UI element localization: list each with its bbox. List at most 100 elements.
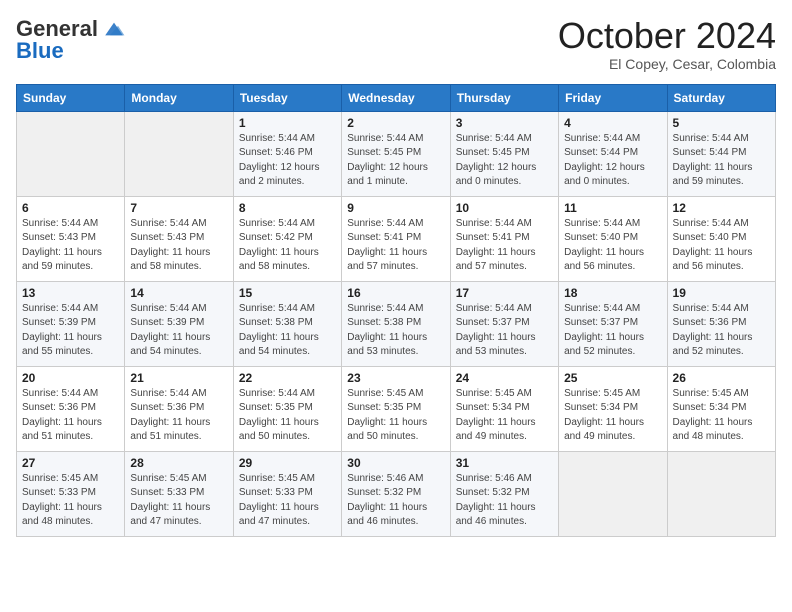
day-cell: 9 Sunrise: 5:44 AMSunset: 5:41 PMDaylight…	[342, 196, 450, 281]
day-number: 12	[673, 201, 770, 215]
day-number: 22	[239, 371, 336, 385]
day-detail: Sunrise: 5:44 AMSunset: 5:41 PMDaylight:…	[347, 218, 427, 273]
location: El Copey, Cesar, Colombia	[558, 56, 776, 72]
day-detail: Sunrise: 5:44 AMSunset: 5:39 PMDaylight:…	[130, 303, 210, 358]
day-detail: Sunrise: 5:44 AMSunset: 5:46 PMDaylight:…	[239, 133, 320, 188]
day-detail: Sunrise: 5:44 AMSunset: 5:40 PMDaylight:…	[673, 218, 753, 273]
day-detail: Sunrise: 5:45 AMSunset: 5:34 PMDaylight:…	[564, 388, 644, 443]
day-number: 25	[564, 371, 661, 385]
day-number: 23	[347, 371, 444, 385]
week-row-5: 27 Sunrise: 5:45 AMSunset: 5:33 PMDayligh…	[17, 451, 776, 536]
header-wednesday: Wednesday	[342, 84, 450, 111]
day-number: 15	[239, 286, 336, 300]
day-detail: Sunrise: 5:44 AMSunset: 5:45 PMDaylight:…	[347, 133, 428, 188]
day-number: 26	[673, 371, 770, 385]
day-number: 11	[564, 201, 661, 215]
week-row-1: 1 Sunrise: 5:44 AMSunset: 5:46 PMDaylight…	[17, 111, 776, 196]
day-cell: 15 Sunrise: 5:44 AMSunset: 5:38 PMDayligh…	[233, 281, 341, 366]
day-number: 2	[347, 116, 444, 130]
header-friday: Friday	[559, 84, 667, 111]
day-detail: Sunrise: 5:45 AMSunset: 5:33 PMDaylight:…	[22, 473, 102, 528]
day-number: 28	[130, 456, 227, 470]
day-detail: Sunrise: 5:44 AMSunset: 5:36 PMDaylight:…	[673, 303, 753, 358]
day-cell: 17 Sunrise: 5:44 AMSunset: 5:37 PMDayligh…	[450, 281, 558, 366]
day-detail: Sunrise: 5:44 AMSunset: 5:45 PMDaylight:…	[456, 133, 537, 188]
day-detail: Sunrise: 5:44 AMSunset: 5:43 PMDaylight:…	[130, 218, 210, 273]
week-row-3: 13 Sunrise: 5:44 AMSunset: 5:39 PMDayligh…	[17, 281, 776, 366]
title-block: October 2024 El Copey, Cesar, Colombia	[558, 16, 776, 72]
calendar-table: SundayMondayTuesdayWednesdayThursdayFrid…	[16, 84, 776, 537]
day-detail: Sunrise: 5:44 AMSunset: 5:42 PMDaylight:…	[239, 218, 319, 273]
day-number: 20	[22, 371, 119, 385]
day-number: 5	[673, 116, 770, 130]
day-detail: Sunrise: 5:44 AMSunset: 5:35 PMDaylight:…	[239, 388, 319, 443]
day-cell	[559, 451, 667, 536]
day-detail: Sunrise: 5:44 AMSunset: 5:40 PMDaylight:…	[564, 218, 644, 273]
day-number: 9	[347, 201, 444, 215]
day-number: 7	[130, 201, 227, 215]
day-cell	[667, 451, 775, 536]
logo: General Blue	[16, 16, 126, 64]
day-detail: Sunrise: 5:45 AMSunset: 5:35 PMDaylight:…	[347, 388, 427, 443]
day-cell: 2 Sunrise: 5:44 AMSunset: 5:45 PMDaylight…	[342, 111, 450, 196]
day-detail: Sunrise: 5:46 AMSunset: 5:32 PMDaylight:…	[456, 473, 536, 528]
day-number: 31	[456, 456, 553, 470]
day-cell: 29 Sunrise: 5:45 AMSunset: 5:33 PMDayligh…	[233, 451, 341, 536]
day-number: 29	[239, 456, 336, 470]
day-detail: Sunrise: 5:44 AMSunset: 5:39 PMDaylight:…	[22, 303, 102, 358]
logo-blue: Blue	[16, 38, 64, 64]
day-cell: 4 Sunrise: 5:44 AMSunset: 5:44 PMDaylight…	[559, 111, 667, 196]
page-header: General Blue October 2024 El Copey, Cesa…	[16, 16, 776, 72]
day-cell: 27 Sunrise: 5:45 AMSunset: 5:33 PMDayligh…	[17, 451, 125, 536]
day-cell: 8 Sunrise: 5:44 AMSunset: 5:42 PMDaylight…	[233, 196, 341, 281]
day-number: 17	[456, 286, 553, 300]
day-number: 4	[564, 116, 661, 130]
day-detail: Sunrise: 5:45 AMSunset: 5:33 PMDaylight:…	[130, 473, 210, 528]
day-cell: 30Sunrise: 5:46 AMSunset: 5:32 PMDayligh…	[342, 451, 450, 536]
day-number: 6	[22, 201, 119, 215]
day-detail: Sunrise: 5:44 AMSunset: 5:44 PMDaylight:…	[564, 133, 645, 188]
day-cell: 3 Sunrise: 5:44 AMSunset: 5:45 PMDaylight…	[450, 111, 558, 196]
day-detail: Sunrise: 5:45 AMSunset: 5:34 PMDaylight:…	[456, 388, 536, 443]
day-cell: 16Sunrise: 5:44 AMSunset: 5:38 PMDayligh…	[342, 281, 450, 366]
day-number: 8	[239, 201, 336, 215]
day-detail: Sunrise: 5:44 AMSunset: 5:37 PMDaylight:…	[564, 303, 644, 358]
day-cell: 25 Sunrise: 5:45 AMSunset: 5:34 PMDayligh…	[559, 366, 667, 451]
day-cell: 20 Sunrise: 5:44 AMSunset: 5:36 PMDayligh…	[17, 366, 125, 451]
header-tuesday: Tuesday	[233, 84, 341, 111]
day-cell: 23 Sunrise: 5:45 AMSunset: 5:35 PMDayligh…	[342, 366, 450, 451]
day-detail: Sunrise: 5:45 AMSunset: 5:34 PMDaylight:…	[673, 388, 753, 443]
day-cell: 26 Sunrise: 5:45 AMSunset: 5:34 PMDayligh…	[667, 366, 775, 451]
day-cell	[125, 111, 233, 196]
day-number: 27	[22, 456, 119, 470]
day-detail: Sunrise: 5:46 AMSunset: 5:32 PMDaylight:…	[347, 473, 427, 528]
day-cell: 7 Sunrise: 5:44 AMSunset: 5:43 PMDaylight…	[125, 196, 233, 281]
day-cell: 5 Sunrise: 5:44 AMSunset: 5:44 PMDaylight…	[667, 111, 775, 196]
day-cell: 24 Sunrise: 5:45 AMSunset: 5:34 PMDayligh…	[450, 366, 558, 451]
day-cell: 19Sunrise: 5:44 AMSunset: 5:36 PMDayligh…	[667, 281, 775, 366]
header-monday: Monday	[125, 84, 233, 111]
day-number: 3	[456, 116, 553, 130]
day-number: 1	[239, 116, 336, 130]
day-detail: Sunrise: 5:44 AMSunset: 5:38 PMDaylight:…	[347, 303, 427, 358]
day-number: 24	[456, 371, 553, 385]
day-cell: 14 Sunrise: 5:44 AMSunset: 5:39 PMDayligh…	[125, 281, 233, 366]
day-cell: 11 Sunrise: 5:44 AMSunset: 5:40 PMDayligh…	[559, 196, 667, 281]
header-saturday: Saturday	[667, 84, 775, 111]
day-number: 21	[130, 371, 227, 385]
day-detail: Sunrise: 5:44 AMSunset: 5:44 PMDaylight:…	[673, 133, 753, 188]
day-cell: 21Sunrise: 5:44 AMSunset: 5:36 PMDayligh…	[125, 366, 233, 451]
day-cell: 1 Sunrise: 5:44 AMSunset: 5:46 PMDaylight…	[233, 111, 341, 196]
day-detail: Sunrise: 5:44 AMSunset: 5:38 PMDaylight:…	[239, 303, 319, 358]
day-number: 18	[564, 286, 661, 300]
day-number: 10	[456, 201, 553, 215]
day-detail: Sunrise: 5:44 AMSunset: 5:37 PMDaylight:…	[456, 303, 536, 358]
day-detail: Sunrise: 5:44 AMSunset: 5:41 PMDaylight:…	[456, 218, 536, 273]
week-row-4: 20 Sunrise: 5:44 AMSunset: 5:36 PMDayligh…	[17, 366, 776, 451]
day-number: 13	[22, 286, 119, 300]
day-cell: 12 Sunrise: 5:44 AMSunset: 5:40 PMDayligh…	[667, 196, 775, 281]
day-number: 14	[130, 286, 227, 300]
day-cell: 10 Sunrise: 5:44 AMSunset: 5:41 PMDayligh…	[450, 196, 558, 281]
day-detail: Sunrise: 5:44 AMSunset: 5:36 PMDaylight:…	[22, 388, 102, 443]
day-detail: Sunrise: 5:45 AMSunset: 5:33 PMDaylight:…	[239, 473, 319, 528]
